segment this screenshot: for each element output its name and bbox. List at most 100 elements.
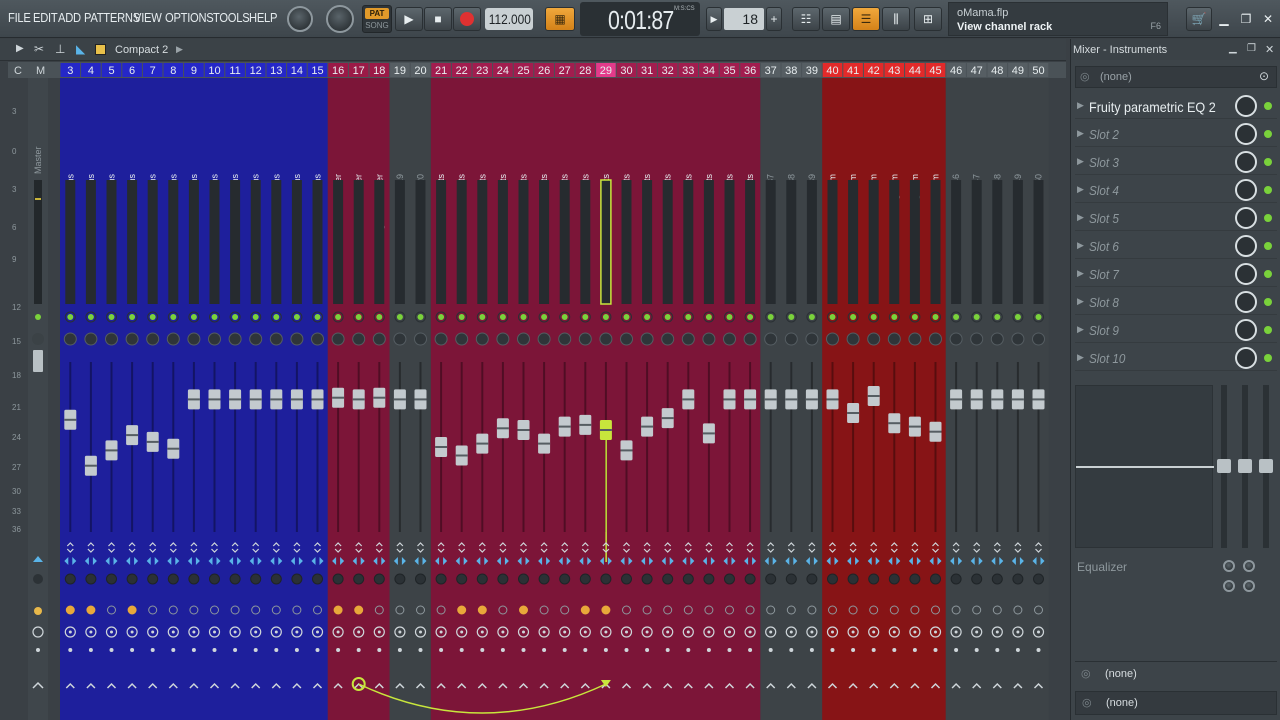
slot-enable-led[interactable] [1264, 158, 1272, 166]
slot-mix-knob[interactable] [1235, 179, 1257, 201]
track-pan-knob[interactable] [455, 332, 469, 346]
fx-bulb-icon[interactable] [519, 605, 528, 615]
effect-slot-8[interactable]: ▶ Slot 8 [1075, 289, 1277, 315]
effect-slot-1[interactable]: ▶ Fruity parametric EQ 2 [1075, 93, 1277, 119]
track-stereo-knob[interactable] [394, 573, 406, 585]
track-record-dot[interactable] [830, 648, 835, 652]
slot-arrow-icon[interactable]: ▶ [1077, 352, 1084, 363]
eq-knob-4[interactable] [1243, 580, 1255, 592]
track-stereo-knob[interactable] [147, 573, 159, 585]
track-stereo-knob[interactable] [785, 573, 797, 585]
track-pan-knob[interactable] [826, 332, 839, 346]
track-pan-knob[interactable] [105, 332, 118, 346]
track-record-dot[interactable] [68, 648, 73, 652]
input-selector[interactable]: ◎ (none) ⊙ [1075, 66, 1277, 88]
slot-mix-knob[interactable] [1235, 319, 1257, 341]
track-record-dot[interactable] [789, 648, 794, 652]
track-pan-knob[interactable] [867, 332, 881, 346]
eq-band-slider-2[interactable] [1238, 385, 1252, 548]
slot-arrow-icon[interactable]: ▶ [1077, 268, 1084, 279]
shop-button[interactable]: 🛒 [1186, 7, 1212, 31]
track-stereo-knob[interactable] [188, 573, 200, 585]
track-pan-knob[interactable] [887, 332, 901, 346]
track-enable-led[interactable] [417, 314, 424, 320]
track-pan-knob[interactable] [496, 332, 510, 346]
track-pan-knob[interactable] [125, 332, 139, 346]
slot-mix-knob[interactable] [1235, 151, 1257, 173]
menu-options[interactable]: OPTIONS [165, 10, 214, 25]
track-enable-led[interactable] [335, 314, 342, 320]
track-pan-knob[interactable] [661, 332, 675, 346]
track-record-dot[interactable] [562, 648, 567, 652]
track-stereo-knob[interactable] [724, 573, 735, 585]
track-pan-knob[interactable] [146, 332, 160, 346]
track-enable-led[interactable] [850, 314, 857, 320]
layout-icon[interactable] [95, 44, 106, 55]
track-enable-led[interactable] [87, 314, 94, 320]
slot-mix-knob[interactable] [1235, 291, 1257, 313]
pat-song-toggle[interactable]: PAT SONG [362, 5, 392, 33]
track-pan-knob[interactable] [331, 332, 345, 346]
track-record-dot[interactable] [336, 648, 341, 652]
track-enable-led[interactable] [561, 314, 568, 320]
track-record-dot[interactable] [583, 648, 588, 652]
effect-slot-6[interactable]: ▶ Slot 6 [1075, 233, 1277, 259]
restore-button[interactable]: ❐ [1236, 7, 1256, 31]
main-volume-knob[interactable] [287, 6, 313, 32]
track-enable-led[interactable] [396, 314, 403, 320]
effect-slot-7[interactable]: ▶ Slot 7 [1075, 261, 1277, 287]
layout-selector[interactable]: Compact 2 [115, 44, 168, 56]
playlist-button[interactable]: ☷ [792, 7, 820, 31]
chevron-right-icon[interactable]: ▶ [176, 44, 183, 55]
fx-bulb-icon[interactable] [477, 605, 487, 615]
track-record-dot[interactable] [871, 648, 876, 652]
mixer-button[interactable]: ⫼ [882, 7, 910, 31]
track-record-dot[interactable] [397, 648, 402, 652]
track-stereo-knob[interactable] [600, 573, 612, 585]
track-enable-led[interactable] [149, 314, 156, 320]
track-enable-led[interactable] [520, 314, 527, 320]
track-pan-knob[interactable] [764, 332, 778, 346]
slot-mix-knob[interactable] [1235, 123, 1257, 145]
track-enable-led[interactable] [170, 314, 177, 320]
track-stereo-knob[interactable] [497, 573, 509, 585]
track-record-dot[interactable] [191, 648, 196, 652]
eq-band-slider-3[interactable] [1259, 385, 1273, 548]
track-enable-led[interactable] [994, 314, 1001, 320]
track-pan-knob[interactable] [681, 332, 695, 346]
slot-mix-knob[interactable] [1235, 263, 1257, 285]
track-stereo-knob[interactable] [971, 573, 983, 585]
track-pan-knob[interactable] [784, 332, 798, 346]
slot-enable-led[interactable] [1264, 242, 1272, 250]
track-record-dot[interactable] [150, 648, 155, 652]
slot-enable-led[interactable] [1264, 354, 1272, 362]
track-pan-knob[interactable] [599, 332, 613, 346]
menu-view[interactable]: VIEW [134, 10, 162, 25]
slot-mix-knob[interactable] [1235, 347, 1257, 369]
track-pan-knob[interactable] [414, 332, 427, 346]
fx-bulb-icon[interactable] [86, 605, 96, 615]
track-enable-led[interactable] [293, 314, 300, 320]
track-stereo-knob[interactable] [641, 573, 653, 585]
track-stereo-knob[interactable] [950, 573, 962, 585]
track-pan-knob[interactable] [929, 332, 942, 346]
track-record-dot[interactable] [356, 648, 361, 652]
track-pan-knob[interactable] [743, 332, 757, 346]
track-record-dot[interactable] [459, 648, 464, 652]
play-button[interactable]: ▶ [395, 7, 423, 31]
track-stereo-knob[interactable] [559, 573, 571, 585]
track-pan-knob[interactable] [393, 332, 407, 346]
track-record-dot[interactable] [665, 648, 670, 652]
eq-knob-1[interactable] [1223, 560, 1235, 572]
track-stereo-knob[interactable] [1012, 573, 1024, 585]
track-stereo-knob[interactable] [868, 573, 880, 585]
track-record-dot[interactable] [912, 648, 917, 652]
effect-slot-5[interactable]: ▶ Slot 5 [1075, 205, 1277, 231]
slot-enable-led[interactable] [1264, 326, 1272, 334]
output-selector-1[interactable]: ◎ (none) [1075, 661, 1277, 685]
track-enable-led[interactable] [438, 314, 445, 320]
slot-mix-knob[interactable] [1235, 95, 1257, 117]
track-pan-knob[interactable] [949, 332, 963, 346]
track-record-dot[interactable] [212, 648, 217, 652]
track-pan-knob[interactable] [372, 332, 386, 346]
